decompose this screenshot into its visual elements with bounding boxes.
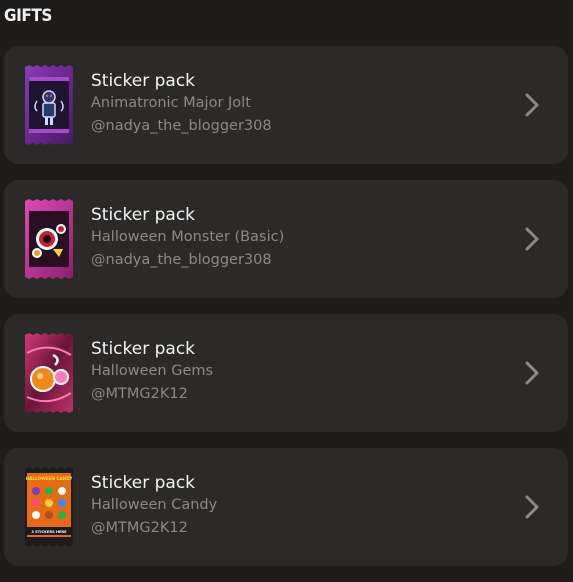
gift-sender: @nadya_the_blogger308 <box>91 118 272 134</box>
gift-name: Halloween Gems <box>91 363 214 379</box>
candy-sticker-icon: HALLOWEEN CANDY 3 STICKERS HERE <box>23 467 75 547</box>
gift-card[interactable]: HALLOWEEN CANDY 3 STICKERS HERE Sticker … <box>4 448 568 566</box>
chevron-right-icon[interactable] <box>522 360 542 386</box>
pack-footer-label: 3 STICKERS HERE <box>31 530 67 534</box>
gift-card[interactable]: Sticker pack Animatronic Major Jolt @nad… <box>4 46 568 164</box>
gift-card[interactable]: Sticker pack Halloween Monster (Basic) @… <box>4 180 568 298</box>
gems-sticker-icon <box>23 333 75 413</box>
gift-info: Sticker pack Halloween Monster (Basic) @… <box>91 204 284 272</box>
pack-header-label: HALLOWEEN CANDY <box>26 476 74 481</box>
gift-name: Animatronic Major Jolt <box>91 95 251 111</box>
gift-sender: @nadya_the_blogger308 <box>91 252 272 268</box>
gift-name: Halloween Monster (Basic) <box>91 229 285 245</box>
gift-type-label: Sticker pack <box>91 71 196 91</box>
gift-info: Sticker pack Animatronic Major Jolt @nad… <box>91 70 272 138</box>
gift-sender: @MTMG2K12 <box>91 520 188 536</box>
gift-type-label: Sticker pack <box>91 339 196 359</box>
section-title: GIFTS <box>4 6 52 26</box>
gift-list: Sticker pack Animatronic Major Jolt @nad… <box>4 46 568 582</box>
gift-type-label: Sticker pack <box>91 205 196 225</box>
gift-info: Sticker pack Halloween Gems @MTMG2K12 <box>91 338 213 406</box>
monster-sticker-icon <box>23 199 75 279</box>
chevron-right-icon[interactable] <box>522 226 542 252</box>
gift-name: Halloween Candy <box>91 497 218 513</box>
gift-info: Sticker pack Halloween Candy @MTMG2K12 <box>91 472 217 540</box>
gift-card[interactable]: Sticker pack Halloween Gems @MTMG2K12 <box>4 314 568 432</box>
gift-type-label: Sticker pack <box>91 473 196 493</box>
chevron-right-icon[interactable] <box>522 92 542 118</box>
gift-sender: @MTMG2K12 <box>91 386 188 402</box>
chevron-right-icon[interactable] <box>522 494 542 520</box>
animatronic-sticker-icon <box>23 65 75 145</box>
